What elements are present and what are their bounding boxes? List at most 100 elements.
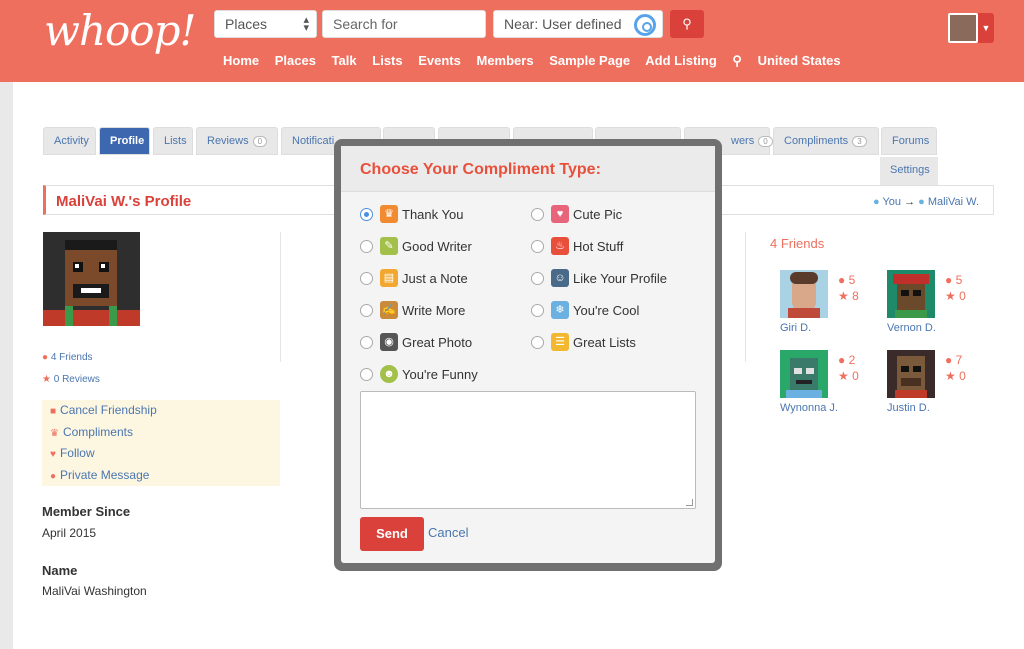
friend-card[interactable]: ● 7 ★ 0 Justin D. <box>887 350 987 420</box>
star-icon: ★ <box>42 374 51 385</box>
count-badge: 0 <box>252 136 268 147</box>
cancel-friendship-link[interactable]: ■ Cancel Friendship <box>50 403 157 417</box>
radio-button[interactable] <box>360 240 373 253</box>
friend-name[interactable]: Giri D. <box>780 322 811 334</box>
tab-profile[interactable]: Profile <box>99 127 150 155</box>
send-button[interactable]: Send <box>360 517 424 551</box>
nav-sample-page[interactable]: Sample Page <box>549 53 630 68</box>
site-logo[interactable]: whoop! <box>44 6 196 55</box>
name-label: Name <box>42 563 78 578</box>
tab-label: Compliments <box>784 135 849 147</box>
friend-photo <box>887 350 935 398</box>
tab-reviews[interactable]: Reviews 0 <box>196 127 278 155</box>
nav-members[interactable]: Members <box>477 53 534 68</box>
heart-photo-icon: ♥ <box>551 205 569 223</box>
tab-label: wers <box>731 135 755 147</box>
search-placeholder: Search for <box>333 16 398 32</box>
follow-link[interactable]: ♥ Follow <box>50 446 95 460</box>
nav-location[interactable]: ⚲ United States <box>732 53 852 68</box>
places-select-value: Places <box>225 16 268 32</box>
compliment-modal: Choose Your Compliment Type: ♛ Thank You… <box>334 139 722 571</box>
friend-card[interactable]: ● 2 ★ 0 Wynonna J. <box>780 350 880 420</box>
search-button[interactable]: ⚲ <box>670 10 704 38</box>
star-icon: ★ <box>945 369 956 383</box>
radio-button[interactable] <box>360 304 373 317</box>
friend-card[interactable]: ● 5 ★ 8 Giri D. <box>780 270 880 340</box>
near-value: Near: User defined <box>504 16 622 32</box>
radio-button[interactable] <box>531 240 544 253</box>
friend-name[interactable]: Wynonna J. <box>780 402 838 414</box>
compliments-link[interactable]: ♛ Compliments <box>50 425 133 439</box>
tab-label: Notificati <box>292 135 335 147</box>
reviews-count-link[interactable]: ★ 0 Reviews <box>42 374 100 385</box>
flame-icon: ♨ <box>551 237 569 255</box>
tab-lists[interactable]: Lists <box>153 127 193 155</box>
note-icon: ▤ <box>380 269 398 287</box>
nav-events[interactable]: Events <box>418 53 461 68</box>
option-label: Write More <box>402 303 466 318</box>
nav-lists[interactable]: Lists <box>372 53 402 68</box>
action-label: Cancel Friendship <box>60 403 157 417</box>
friends-count-link[interactable]: ● 4 Friends <box>42 352 93 363</box>
radio-button[interactable] <box>360 272 373 285</box>
option-label: Cute Pic <box>573 207 623 222</box>
friend-name[interactable]: Justin D. <box>887 402 930 414</box>
friend-avatar[interactable] <box>887 270 935 318</box>
friend-photo <box>780 350 828 398</box>
action-label: Follow <box>59 446 95 460</box>
minus-icon: ■ <box>50 406 57 417</box>
radio-button[interactable] <box>531 272 544 285</box>
tab-settings[interactable]: Settings <box>880 157 938 185</box>
radio-button[interactable] <box>360 368 373 381</box>
nav-add-listing[interactable]: Add Listing <box>645 53 717 68</box>
radio-button[interactable] <box>360 208 373 221</box>
ribbon-icon: ♛ <box>380 205 398 223</box>
radio-button[interactable] <box>531 304 544 317</box>
compliment-message-input[interactable] <box>360 391 696 509</box>
option-label: Just a Note <box>402 271 468 286</box>
friend-friends-count: ● 5 <box>838 273 855 287</box>
camera-icon: ◉ <box>380 333 398 351</box>
nav-location-label: United States <box>757 53 841 68</box>
profile-actions: ■ Cancel Friendship ♛ Compliments ♥ Follow … <box>42 400 280 486</box>
nav-places[interactable]: Places <box>275 53 316 68</box>
option-label: Good Writer <box>402 239 472 254</box>
tab-forums[interactable]: Forums <box>881 127 937 155</box>
nav-talk[interactable]: Talk <box>332 53 357 68</box>
user-icon: ● <box>872 196 880 208</box>
member-since-value: April 2015 <box>42 526 97 540</box>
friend-card[interactable]: ● 5 ★ 0 Vernon D. <box>887 270 987 340</box>
friend-avatar[interactable] <box>780 350 828 398</box>
friends-count-value: 5 <box>848 273 856 287</box>
friend-friends-count: ● 2 <box>838 353 855 367</box>
near-input[interactable]: Near: User defined <box>493 10 663 38</box>
friend-friends-count: ● 7 <box>945 353 962 367</box>
radio-button[interactable] <box>531 336 544 349</box>
friends-count-value: 5 <box>955 273 963 287</box>
column-divider <box>280 232 281 362</box>
option-label: Hot Stuff <box>573 239 624 254</box>
private-message-link[interactable]: ● Private Message <box>50 468 149 482</box>
tab-label: Activity <box>54 135 89 147</box>
breadcrumb-you[interactable]: You <box>882 196 901 208</box>
places-select[interactable]: Places ▴ ▾ <box>214 10 317 38</box>
user-avatar[interactable] <box>948 13 978 43</box>
friend-avatar[interactable] <box>780 270 828 318</box>
radio-button[interactable] <box>531 208 544 221</box>
tab-compliments[interactable]: Compliments 3 <box>773 127 879 155</box>
main-nav: Home Places Talk Lists Events Members Sa… <box>223 53 865 69</box>
breadcrumb-name[interactable]: MaliVai W. <box>928 196 979 208</box>
locate-icon[interactable] <box>634 14 656 36</box>
friend-name[interactable]: Vernon D. <box>887 322 936 334</box>
count-badge: 0 <box>758 136 773 147</box>
nav-home[interactable]: Home <box>223 53 259 68</box>
modal-header: Choose Your Compliment Type: <box>341 146 715 192</box>
cancel-link[interactable]: Cancel <box>428 525 468 540</box>
search-input[interactable]: Search for <box>322 10 486 38</box>
radio-button[interactable] <box>360 336 373 349</box>
friends-section-title: 4 Friends <box>770 236 825 251</box>
user-menu-caret-icon[interactable]: ▼ <box>978 13 994 43</box>
tab-activity[interactable]: Activity <box>43 127 96 155</box>
friend-avatar[interactable] <box>887 350 935 398</box>
star-icon: ★ <box>945 289 956 303</box>
